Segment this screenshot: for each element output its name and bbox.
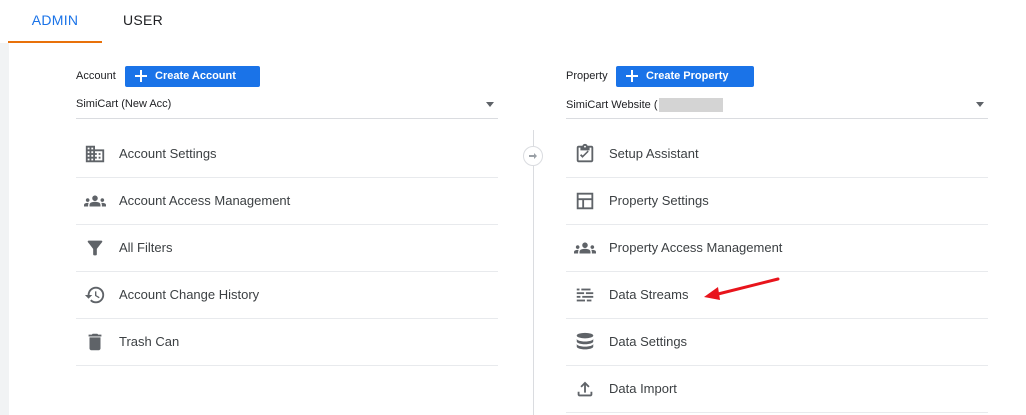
menu-item-account-access-management[interactable]: Account Access Management (76, 178, 498, 225)
menu-item-data-import[interactable]: Data Import (566, 366, 988, 413)
people-icon (84, 190, 106, 212)
menu-item-account-settings[interactable]: Account Settings (76, 131, 498, 178)
property-menu: Setup Assistant Property Settings Proper… (566, 131, 988, 413)
account-selected-value: SimiCart (New Acc) (76, 98, 172, 110)
clipboard-check-icon (574, 143, 596, 165)
menu-item-label: Data Streams (609, 287, 689, 302)
account-label: Account (76, 70, 116, 82)
data-streams-icon (574, 284, 596, 306)
upload-icon (574, 378, 596, 400)
tab-user-label: USER (122, 12, 164, 28)
menu-item-label: Setup Assistant (609, 146, 699, 161)
account-menu: Account Settings Account Access Manageme… (76, 131, 498, 366)
create-account-button[interactable]: Create Account (125, 66, 260, 87)
dropdown-caret-icon (486, 102, 494, 107)
people-icon (574, 237, 596, 259)
tab-admin-label: ADMIN (31, 12, 79, 28)
property-selected-text: SimiCart Website ( (566, 98, 658, 111)
create-account-label: Create Account (155, 70, 236, 82)
property-selected-value: SimiCart Website ( (566, 98, 724, 112)
menu-item-account-change-history[interactable]: Account Change History (76, 272, 498, 319)
menu-item-label: Trash Can (119, 334, 180, 349)
menu-item-trash-can[interactable]: Trash Can (76, 319, 498, 366)
menu-item-label: Account Change History (119, 287, 260, 302)
menu-item-property-access-management[interactable]: Property Access Management (566, 225, 988, 272)
admin-panel: Account Create Account SimiCart (New Acc… (9, 43, 1026, 415)
menu-item-label: Data Settings (609, 334, 688, 349)
filter-icon (84, 237, 106, 259)
menu-item-data-settings[interactable]: Data Settings (566, 319, 988, 366)
menu-item-label: Property Settings (609, 193, 709, 208)
database-icon (574, 331, 596, 353)
tab-admin[interactable]: ADMIN (8, 0, 102, 43)
menu-item-setup-assistant[interactable]: Setup Assistant (566, 131, 988, 178)
menu-item-label: Property Access Management (609, 240, 783, 255)
menu-item-property-settings[interactable]: Property Settings (566, 178, 988, 225)
plus-icon (626, 66, 638, 87)
redacted-block (659, 98, 724, 112)
layout-icon (574, 190, 596, 212)
menu-item-label: Account Settings (119, 146, 217, 161)
menu-item-all-filters[interactable]: All Filters (76, 225, 498, 272)
plus-icon (135, 66, 147, 87)
menu-item-label: Data Import (609, 381, 677, 396)
column-divider (533, 130, 534, 415)
history-icon (84, 284, 106, 306)
trash-icon (84, 331, 106, 353)
dropdown-caret-icon (976, 102, 984, 107)
create-property-button[interactable]: Create Property (616, 66, 754, 87)
tab-user[interactable]: USER (110, 0, 176, 43)
create-property-label: Create Property (646, 70, 729, 82)
property-label: Property (566, 70, 608, 82)
building-icon (84, 143, 106, 165)
account-selector[interactable]: SimiCart (New Acc) (76, 95, 498, 119)
arrow-right-circle-icon (523, 146, 543, 166)
admin-tab-bar: ADMIN USER (0, 0, 1026, 43)
menu-item-label: All Filters (119, 240, 173, 255)
property-selector[interactable]: SimiCart Website ( (566, 95, 988, 119)
menu-item-label: Account Access Management (119, 193, 291, 208)
annotation-arrow-icon (704, 277, 780, 300)
